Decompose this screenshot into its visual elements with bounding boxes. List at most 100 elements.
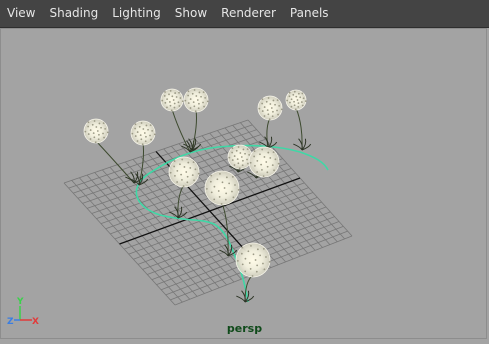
- dandelion-seed: [169, 104, 172, 107]
- dandelion-seed: [280, 108, 283, 111]
- menu-lighting[interactable]: Lighting: [105, 0, 168, 27]
- dandelion-seed: [260, 163, 263, 166]
- dandelion-seed: [301, 92, 304, 95]
- dandelion-seed: [209, 180, 212, 183]
- dandelion-seed: [179, 97, 182, 99]
- dandelion-seed: [166, 98, 168, 101]
- dandelion-seed: [265, 256, 267, 258]
- dandelion-seed: [231, 147, 234, 150]
- dandelion-seed: [95, 126, 98, 128]
- dandelion-seed: [172, 99, 175, 101]
- menu-shading[interactable]: Shading: [42, 0, 105, 27]
- dandelion-seed: [153, 133, 156, 136]
- panel-menubar: View Shading Lighting Show Renderer Pane…: [0, 0, 489, 28]
- dandelion-seed: [256, 248, 259, 251]
- dandelion-head[interactable]: [235, 242, 271, 278]
- dandelion-seed: [293, 90, 296, 93]
- dandelion-seed: [205, 187, 208, 190]
- dandelion-seed: [272, 99, 275, 102]
- dandelion-seed: [216, 178, 219, 181]
- scene-canvas[interactable]: [0, 28, 489, 340]
- dandelion-seed: [96, 130, 99, 132]
- dandelion-seed: [236, 259, 239, 262]
- dandelion-seed: [204, 96, 207, 99]
- dandelion-seed: [295, 95, 298, 98]
- dandelion-seed: [182, 185, 185, 188]
- menu-view[interactable]: View: [0, 0, 42, 27]
- dandelion-seed: [191, 92, 194, 95]
- dandelion-seed: [220, 203, 223, 205]
- dandelion-seed: [288, 91, 291, 94]
- dandelion-seed: [202, 91, 205, 94]
- dandelion-seed: [185, 171, 188, 173]
- dandelion-head[interactable]: [257, 95, 283, 121]
- dandelion-head[interactable]: [130, 120, 156, 146]
- dandelion-seed: [177, 101, 180, 104]
- perspective-viewport[interactable]: [0, 28, 489, 340]
- dandelion-seed: [87, 125, 90, 128]
- dandelion-seed: [265, 100, 268, 103]
- dandelion-head[interactable]: [248, 146, 280, 178]
- dandelion-seed: [170, 109, 173, 112]
- dandelion-seed: [256, 171, 259, 173]
- menu-panels[interactable]: Panels: [283, 0, 336, 27]
- dandelion-seed: [274, 158, 277, 161]
- dandelion-seed: [164, 91, 166, 93]
- dandelion-seed: [237, 146, 240, 148]
- dandelion-seed: [189, 167, 192, 169]
- dandelion-seed: [103, 136, 105, 139]
- dandelion-seed: [261, 168, 263, 171]
- dandelion-seed: [161, 99, 164, 102]
- menu-show[interactable]: Show: [168, 0, 214, 27]
- dandelion-seed: [168, 93, 170, 96]
- dandelion-seed: [166, 106, 168, 109]
- dandelion-seed: [259, 153, 261, 156]
- dandelion-seed: [145, 135, 147, 138]
- dandelion-seed: [267, 97, 270, 99]
- dandelion-seed: [276, 99, 279, 102]
- dandelion-seed: [302, 97, 305, 100]
- dandelion-seed: [149, 134, 151, 137]
- dandelion-seed: [174, 174, 176, 177]
- dandelion-seed: [194, 110, 197, 113]
- dandelion-seed: [200, 95, 202, 98]
- dandelion-leaf: [236, 295, 246, 303]
- dandelion-seed: [269, 103, 272, 105]
- dandelion-seed: [231, 159, 234, 161]
- dandelion-head[interactable]: [160, 88, 184, 112]
- dandelion-seed: [210, 191, 213, 194]
- dandelion-seed: [184, 99, 187, 102]
- dandelion-head[interactable]: [168, 156, 200, 188]
- dandelion-seed: [233, 164, 236, 166]
- dandelion-seed: [173, 102, 176, 105]
- dandelion-seed: [151, 129, 154, 132]
- dandelion-head[interactable]: [83, 118, 109, 144]
- dandelion-seed: [89, 138, 92, 140]
- menu-renderer[interactable]: Renderer: [214, 0, 283, 27]
- dandelion-seed: [240, 156, 243, 158]
- dandelion-seed: [197, 107, 200, 110]
- dandelion-head[interactable]: [204, 170, 240, 206]
- dandelion-seed: [304, 100, 307, 103]
- dandelion-seed: [267, 113, 270, 116]
- dandelion-seed: [136, 131, 139, 133]
- dandelion-seed: [290, 98, 293, 101]
- dandelion-seed: [98, 122, 101, 125]
- dandelion-seed: [237, 189, 240, 191]
- dandelion-seed: [271, 115, 274, 118]
- dandelion-seed: [300, 101, 303, 103]
- dandelion-seed: [274, 103, 276, 106]
- dandelion-seed: [266, 171, 269, 174]
- dandelion-seed: [242, 148, 245, 151]
- dandelion-head[interactable]: [285, 89, 307, 111]
- dandelion-seed: [250, 244, 252, 247]
- dandelion-seed: [289, 101, 291, 104]
- dandelion-seed: [102, 132, 104, 135]
- dandelion-seed: [248, 153, 251, 156]
- dandelion-seed: [234, 184, 236, 186]
- dandelion-seed: [134, 135, 137, 137]
- dandelion-puff: [204, 170, 240, 206]
- dandelion-seed: [93, 120, 96, 122]
- dandelion-head[interactable]: [183, 87, 209, 113]
- dandelion-seed: [186, 175, 189, 178]
